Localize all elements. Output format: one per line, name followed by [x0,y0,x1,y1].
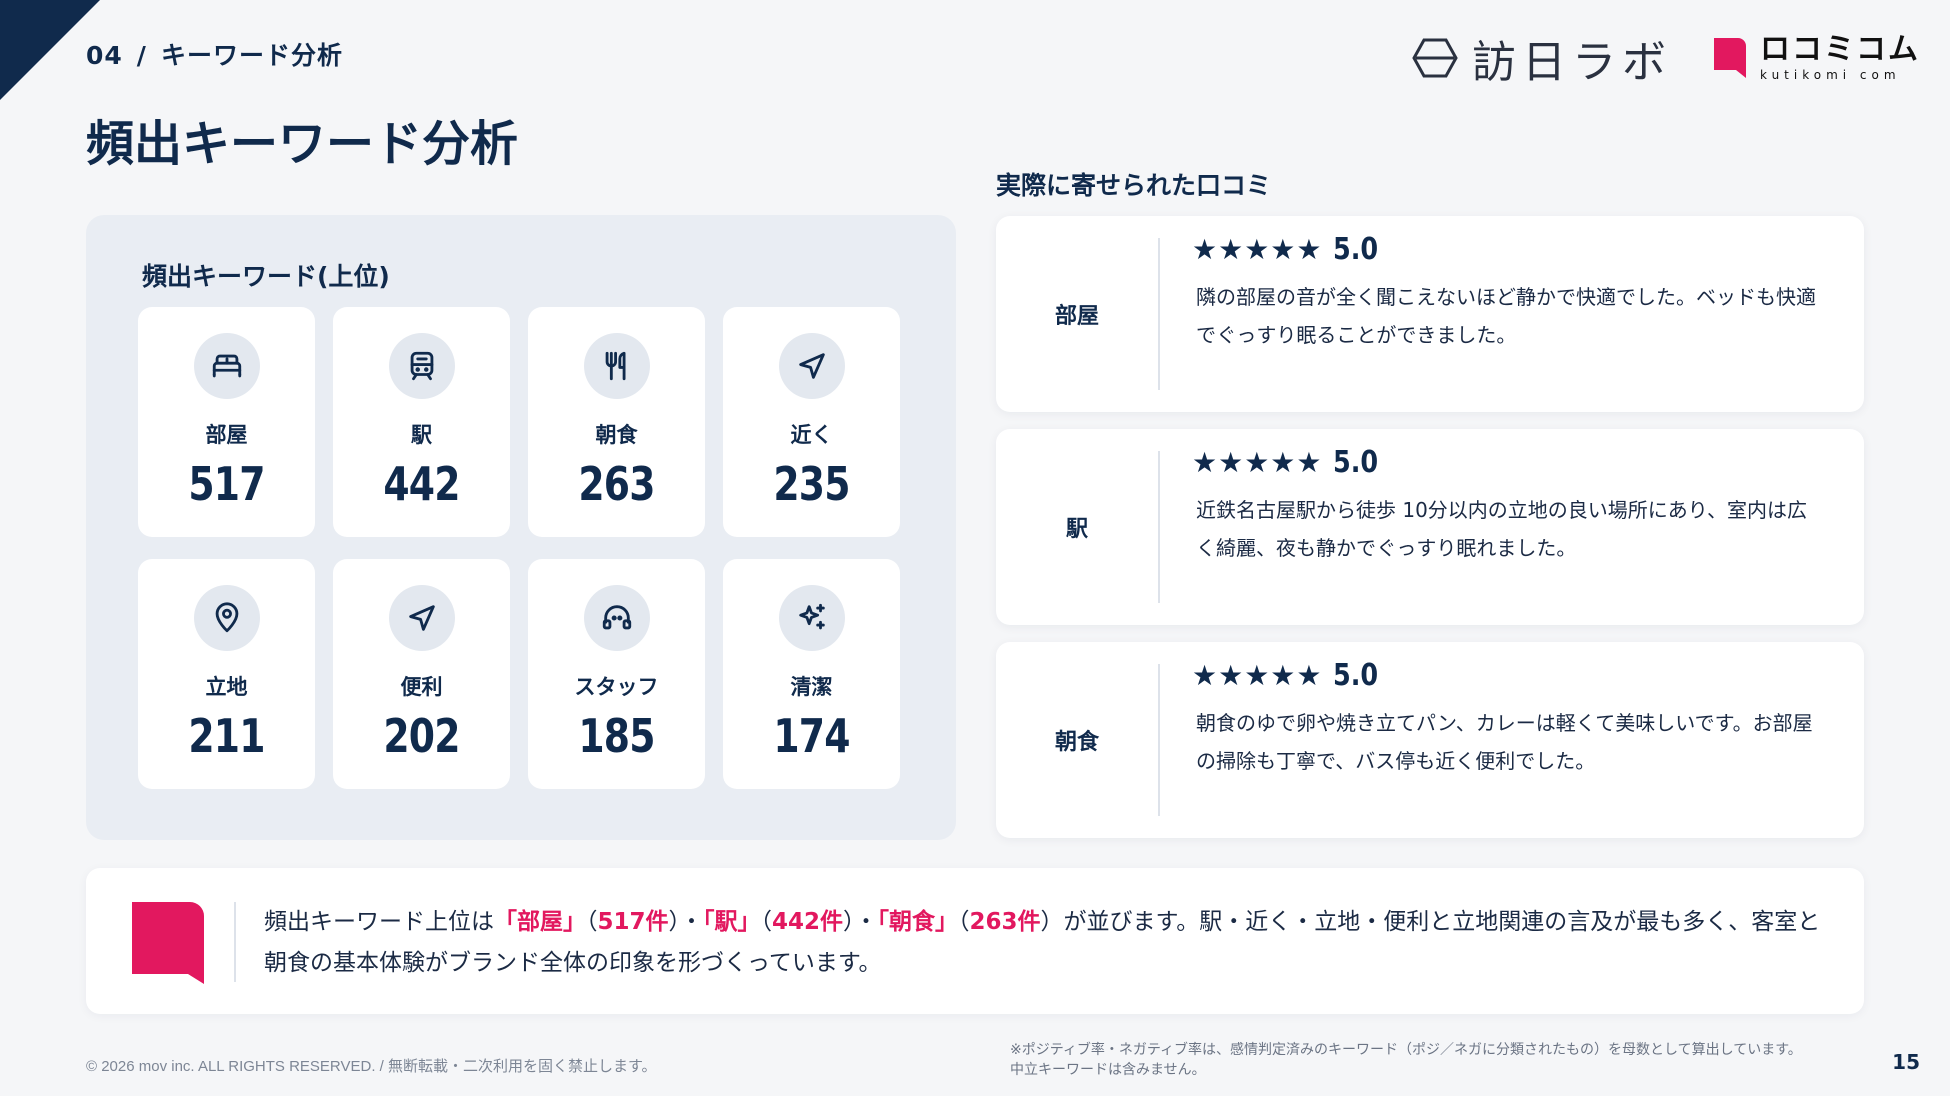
map-pin-icon [215,602,238,633]
keyword-grid: 部屋 517 駅 442 朝食 263 近く 235 立地 211 便利 202… [138,307,900,789]
summary-highlight: 517件 [597,909,669,935]
summary-segment: （ [958,909,970,935]
review-text: 隣の部屋の音が全く聞こえないほど静かで快適でした。ベッドも快適でぐっすり眠ること… [1196,285,1816,347]
review-rating: ★★★★★ 5.0 [1192,232,1386,267]
review-rating: ★★★★★ 5.0 [1192,658,1386,693]
review-tag: 朝食 [1054,730,1099,755]
speech-bubble-icon [132,902,204,984]
review-divider [1158,238,1160,390]
review-text: 朝食のゆで卵や焼き立てパン、カレーは軽くて美味しいです。お部屋の掃除も丁寧で、バ… [1196,711,1813,773]
review-score: 5.0 [1332,445,1378,480]
star-rating-icon: ★★★★★ [1192,233,1323,266]
keyword-card: 便利 202 [333,559,510,789]
page-number: 15 [1892,1050,1920,1074]
keyword-panel: 頻出キーワード(上位) 部屋 517 駅 442 朝食 263 近く 235 立… [86,215,956,840]
review-card: 駅 ★★★★★ 5.0 近鉄名古屋駅から徒歩 10分以内の立地の良い場所にあり、… [996,429,1864,625]
summary-segment: ）・ [668,909,704,935]
review-card: 部屋 ★★★★★ 5.0 隣の部屋の音が全く聞こえないほど静かで快適でした。ベッ… [996,216,1864,412]
keyword-card: 部屋 517 [138,307,315,537]
keyword-label: 清潔 [790,675,833,699]
section-label: 04 / キーワード分析 [86,36,343,72]
kuchikomi-en-text: kutikomi com [1760,68,1901,82]
keyword-label: 朝食 [595,423,638,447]
keyword-count: 442 [383,457,460,511]
train-icon [410,351,433,381]
sparkles-icon [798,603,825,630]
keyword-count: 235 [773,457,850,511]
review-text: 近鉄名古屋駅から徒歩 10分以内の立地の良い場所にあり、室内は広く綺麗、夜も静か… [1196,498,1808,560]
summary-highlight: 442件 [772,909,844,935]
summary-highlight: 「朝食」 [877,909,959,935]
keyword-count: 517 [188,457,265,511]
reviews-title: 実際に寄せられた口コミ [996,171,1272,200]
keyword-count: 202 [383,709,460,763]
review-tag: 部屋 [1054,304,1099,329]
page-title: 頻出キーワード分析 [86,116,519,172]
fork-knife-icon [605,351,625,381]
keyword-label: 便利 [400,675,443,699]
review-card: 朝食 ★★★★★ 5.0 朝食のゆで卵や焼き立てパン、カレーは軽くて美味しいです… [996,642,1864,838]
summary-segment: 頻出キーワード上位は [264,909,494,935]
section-separator: / [136,41,147,70]
keyword-card: 近く 235 [723,307,900,537]
review-rating: ★★★★★ 5.0 [1192,445,1386,480]
navigation-arrow-icon [408,605,435,631]
keyword-card: 立地 211 [138,559,315,789]
review-tag: 駅 [1065,517,1088,542]
keyword-count: 263 [578,457,655,511]
star-rating-icon: ★★★★★ [1192,659,1323,692]
corner-accent [0,0,100,100]
summary-text: 頻出キーワード上位は「部屋」（517件）・「駅」（442件）・「朝食」（263件… [264,902,1824,984]
keyword-card: スタッフ 185 [528,559,705,789]
keyword-label: 立地 [205,675,248,699]
bed-icon [212,354,241,378]
keyword-count: 211 [188,709,265,763]
keyword-count: 185 [578,709,655,763]
summary-divider [234,902,236,982]
footer-note: ※ポジティブ率・ネガティブ率は、感情判定済みのキーワード（ポジ／ネガに分類された… [1010,1042,1802,1078]
houjin-lab-text: 訪日ラボ [1472,37,1672,88]
keyword-count: 174 [773,709,850,763]
summary-segment: （ [586,909,598,935]
keyword-label: 部屋 [205,423,248,447]
footer-copyright: © 2026 mov inc. ALL RIGHTS RESERVED. / 無… [86,1058,657,1075]
review-divider [1158,451,1160,603]
review-divider [1158,664,1160,816]
summary-highlight: 263件 [969,909,1041,935]
kuchikomi-logo: ロコミコム kutikomi com [1710,35,1920,81]
kuchikomi-jp-text: ロコミコム [1760,32,1920,67]
keyword-card: 清潔 174 [723,559,900,789]
review-score: 5.0 [1332,658,1378,693]
keyword-card: 駅 442 [333,307,510,537]
keyword-panel-title: 頻出キーワード(上位) [142,262,390,291]
summary-box: 頻出キーワード上位は「部屋」（517件）・「駅」（442件）・「朝食」（263件… [86,868,1864,1014]
speech-bubble-logo-icon [1714,38,1746,78]
section-name: キーワード分析 [160,41,343,70]
summary-segment: （ [760,909,773,935]
summary-highlight: 「部屋」 [494,909,586,935]
hexagon-logo-icon [1412,38,1458,78]
houjin-lab-logo: 訪日ラボ [1412,26,1672,90]
keyword-label: スタッフ [574,675,659,699]
headset-icon [602,605,631,630]
keyword-card: 朝食 263 [528,307,705,537]
header-logos: 訪日ラボ ロコミコム kutikomi com [1412,26,1920,90]
summary-highlight: 「駅」 [703,909,761,935]
summary-segment: ）・ [843,909,878,935]
keyword-label: 近く [790,423,833,447]
section-number: 04 [86,41,123,70]
star-rating-icon: ★★★★★ [1192,446,1323,479]
navigation-arrow-icon [798,353,825,379]
keyword-label: 駅 [411,423,432,447]
review-score: 5.0 [1332,232,1378,267]
